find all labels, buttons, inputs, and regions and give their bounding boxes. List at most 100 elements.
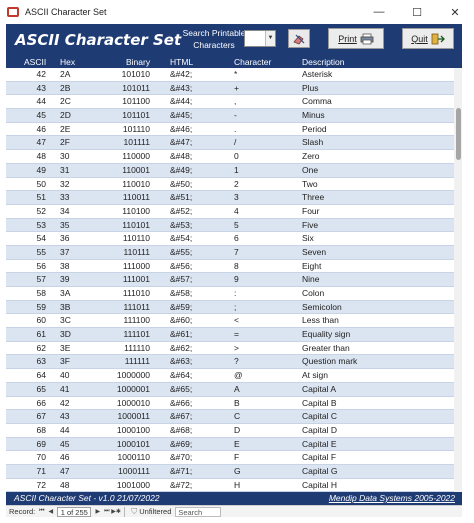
cell-hex: 40	[60, 370, 70, 381]
cell-character: 4	[234, 205, 239, 216]
table-row[interactable]: 58 3A 111010 &#58;: Colon	[6, 287, 454, 301]
cell-hex: 2C	[60, 96, 71, 107]
cell-ascii: 43	[36, 82, 46, 93]
cell-ascii: 57	[36, 274, 46, 285]
cell-character: <	[234, 315, 239, 326]
cell-description: Eight	[302, 260, 322, 271]
last-record-icon[interactable]: ⏭	[102, 508, 111, 515]
table-row[interactable]: 65 41 1000001 &#65; A Capital A	[6, 382, 454, 397]
window-titlebar: ASCII Character Set — ☐ ✕	[0, 0, 474, 24]
table-row[interactable]: 62 3E 111110 &#62; > Greater than	[6, 342, 454, 356]
cell-binary: 1000010	[116, 397, 150, 408]
cell-character: .	[234, 123, 237, 134]
cell-binary: 1000000	[116, 370, 150, 381]
table-row[interactable]: 43 2B 101011 &#43; + Plus	[6, 81, 454, 96]
cell-binary: 111101	[123, 329, 150, 340]
print-button[interactable]: Print	[328, 28, 384, 49]
table-row[interactable]: 68 44 1000100 &#68; D Capital D	[6, 424, 454, 438]
cell-html: &#49;	[170, 164, 193, 175]
table-row[interactable]: 53 35 110101 &#53; 5 Five	[6, 218, 454, 233]
table-row[interactable]: 42 2A 101010 &#42; * Asterisk	[6, 68, 454, 82]
table-row[interactable]: 55 37 110111 &#55; 7 Seven	[6, 245, 454, 260]
company-link[interactable]: Mendip Data Systems 2005-2022	[329, 492, 455, 505]
window-controls: — ☐ ✕	[360, 0, 474, 24]
table-row[interactable]: 71 47 1000111 &#71; G Capital G	[6, 464, 454, 479]
table-row[interactable]: 57 39 111001 &#57; 9 Nine	[6, 273, 454, 287]
search-combobox[interactable]: ▼	[244, 30, 276, 47]
cell-binary: 111001	[122, 274, 150, 285]
record-search-input[interactable]: Search	[175, 506, 222, 517]
table-row[interactable]: 49 31 110001 &#49; 1 One	[6, 163, 454, 178]
table-row[interactable]: 64 40 1000000 &#64; @ At sign	[6, 369, 454, 383]
current-record-field[interactable]: 1 of 255	[57, 506, 92, 517]
cell-binary: 111000	[122, 260, 150, 271]
quit-button[interactable]: Quit	[402, 28, 454, 49]
form-footer: ASCII Character Set - v1.0 21/07/2022 Me…	[6, 492, 462, 505]
cell-character: 0	[234, 151, 239, 162]
cell-html: &#63;	[170, 356, 193, 367]
cell-hex: 3B	[60, 301, 71, 312]
new-record-icon[interactable]: ▶✱	[111, 508, 121, 515]
cell-hex: 3E	[60, 342, 71, 353]
ascii-table-body[interactable]: 42 2A 101010 &#42; * Asterisk 43 2B 101011 &#43; +…	[6, 68, 454, 492]
table-row[interactable]: 48 30 110000 &#48; 0 Zero	[6, 150, 454, 164]
cell-ascii: 72	[36, 479, 46, 490]
table-row[interactable]: 59 3B 111011 &#59;; Semicolon	[6, 300, 454, 315]
table-row[interactable]: 69 45 1000101 &#69; E Capital E	[6, 437, 454, 452]
cell-ascii: 70	[36, 452, 46, 463]
cell-hex: 35	[60, 219, 70, 230]
cell-html: &#53;	[170, 219, 193, 230]
clear-search-button[interactable]	[288, 29, 310, 48]
table-row[interactable]: 60 3C 111100 &#60; < Less than	[6, 314, 454, 329]
window-title: ASCII Character Set	[25, 7, 107, 17]
maximize-button[interactable]: ☐	[398, 0, 436, 24]
table-row[interactable]: 70 46 1000110 &#70; F Capital F	[6, 451, 454, 465]
minimize-button[interactable]: —	[360, 0, 398, 24]
table-row[interactable]: 45 2D 101101 &#45; - Minus	[6, 109, 454, 123]
cell-description: Equality sign	[302, 329, 351, 340]
chevron-down-icon[interactable]: ▼	[265, 31, 275, 46]
table-row[interactable]: 52 34 110100 &#52; 4 Four	[6, 205, 454, 219]
previous-record-icon[interactable]: ◀	[46, 508, 55, 515]
table-row[interactable]: 44 2C 101100 &#44;, Comma	[6, 95, 454, 110]
close-button[interactable]: ✕	[436, 0, 474, 24]
table-row[interactable]: 61 3D 111101 &#61; = Equality sign	[6, 328, 454, 342]
cell-character: *	[234, 69, 238, 79]
cell-character: G	[234, 465, 241, 476]
cell-hex: 2E	[60, 123, 71, 134]
table-row[interactable]: 63 3F 111111 &#63;? Question mark	[6, 355, 454, 370]
cell-ascii: 71	[36, 465, 46, 476]
next-record-icon[interactable]: ▶	[93, 508, 102, 515]
cell-binary: 110111	[123, 246, 150, 257]
cell-binary: 1001000	[116, 479, 150, 490]
table-row[interactable]: 50 32 110010 &#50; 2 Two	[6, 178, 454, 192]
table-row[interactable]: 54 36 110110 &#54; 6 Six	[6, 232, 454, 246]
table-row[interactable]: 46 2E 101110 &#46;. Period	[6, 123, 454, 137]
cell-html: &#47;	[170, 137, 193, 148]
cell-ascii: 54	[36, 233, 46, 244]
cell-description: Semicolon	[302, 301, 342, 312]
table-row[interactable]: 72 48 1001000 &#72; H Capital H	[6, 479, 454, 492]
table-row[interactable]: 56 38 111000 &#56; 8 Eight	[6, 260, 454, 274]
column-header-hex: Hex	[60, 57, 76, 67]
scrollbar-thumb[interactable]	[456, 108, 461, 160]
cell-description: Question mark	[302, 356, 358, 367]
cell-description: Comma	[302, 96, 332, 107]
cell-hex: 44	[60, 424, 70, 435]
cell-description: Capital C	[302, 411, 337, 422]
cell-html: &#51;	[170, 192, 193, 203]
vertical-scrollbar[interactable]	[454, 68, 462, 492]
table-row[interactable]: 67 43 1000011 &#67; C Capital C	[6, 410, 454, 424]
cell-html: &#42;	[170, 69, 193, 79]
table-row[interactable]: 66 42 1000010 &#66; B Capital B	[6, 397, 454, 411]
cell-html: &#60;	[170, 315, 193, 326]
cell-character: 9	[234, 274, 239, 285]
table-row[interactable]: 51 33 110011 &#51; 3 Three	[6, 191, 454, 205]
filter-status-label[interactable]: Unfiltered	[139, 507, 171, 516]
table-row[interactable]: 47 2F 101111 &#47; / Slash	[6, 136, 454, 151]
cell-description: Less than	[302, 315, 339, 326]
cell-hex: 42	[60, 397, 70, 408]
cell-character: H	[234, 479, 241, 490]
first-record-icon[interactable]: ⏮	[37, 508, 46, 515]
cell-binary: 111110	[124, 342, 150, 353]
